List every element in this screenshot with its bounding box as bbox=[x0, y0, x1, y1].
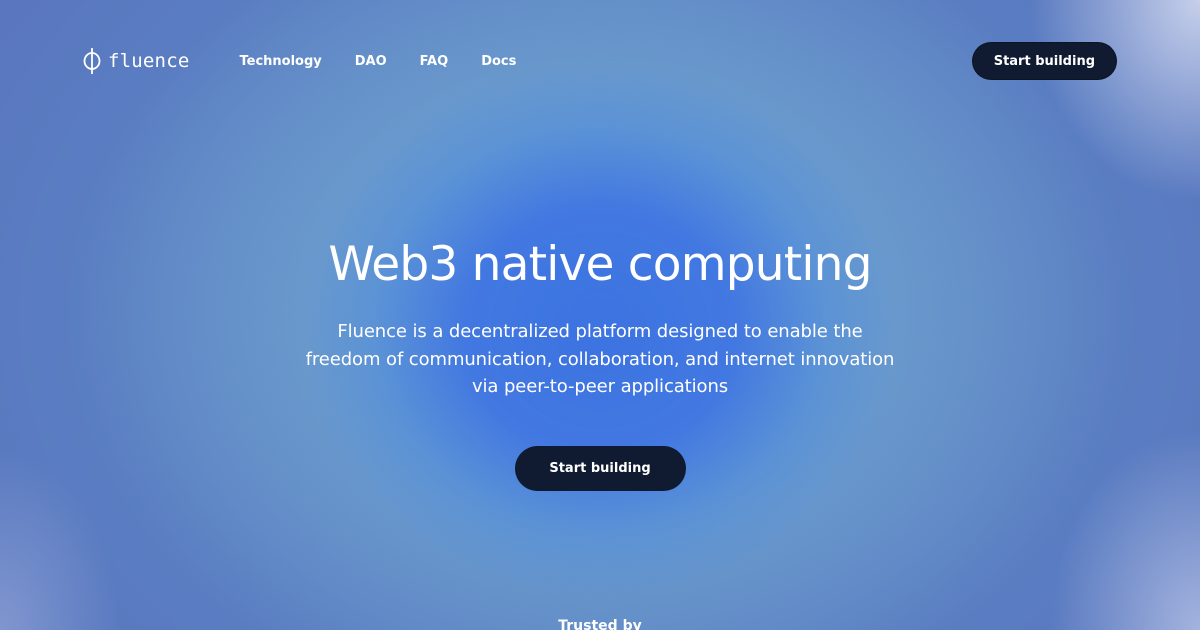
hero-section: Web3 native computing Fluence is a decen… bbox=[0, 232, 1200, 491]
nav-link-faq[interactable]: FAQ bbox=[420, 54, 449, 69]
nav-link-docs[interactable]: Docs bbox=[481, 54, 516, 69]
nav-link-technology[interactable]: Technology bbox=[239, 54, 321, 69]
site-header: fluence Technology DAO FAQ Docs Start bu… bbox=[82, 42, 1117, 80]
hero-description: Fluence is a decentralized platform desi… bbox=[305, 321, 895, 397]
phi-logo-icon bbox=[83, 48, 101, 74]
nav-link-dao[interactable]: DAO bbox=[355, 54, 387, 69]
hero-title: Web3 native computing bbox=[328, 237, 872, 292]
hero-start-building-button[interactable]: Start building bbox=[514, 445, 686, 491]
header-start-building-button[interactable]: Start building bbox=[971, 42, 1117, 80]
main-nav: Technology DAO FAQ Docs bbox=[239, 54, 549, 69]
brand-logo[interactable]: fluence bbox=[82, 47, 189, 75]
trusted-by-heading: Trusted by bbox=[558, 618, 642, 630]
brand-name: fluence bbox=[108, 50, 190, 72]
